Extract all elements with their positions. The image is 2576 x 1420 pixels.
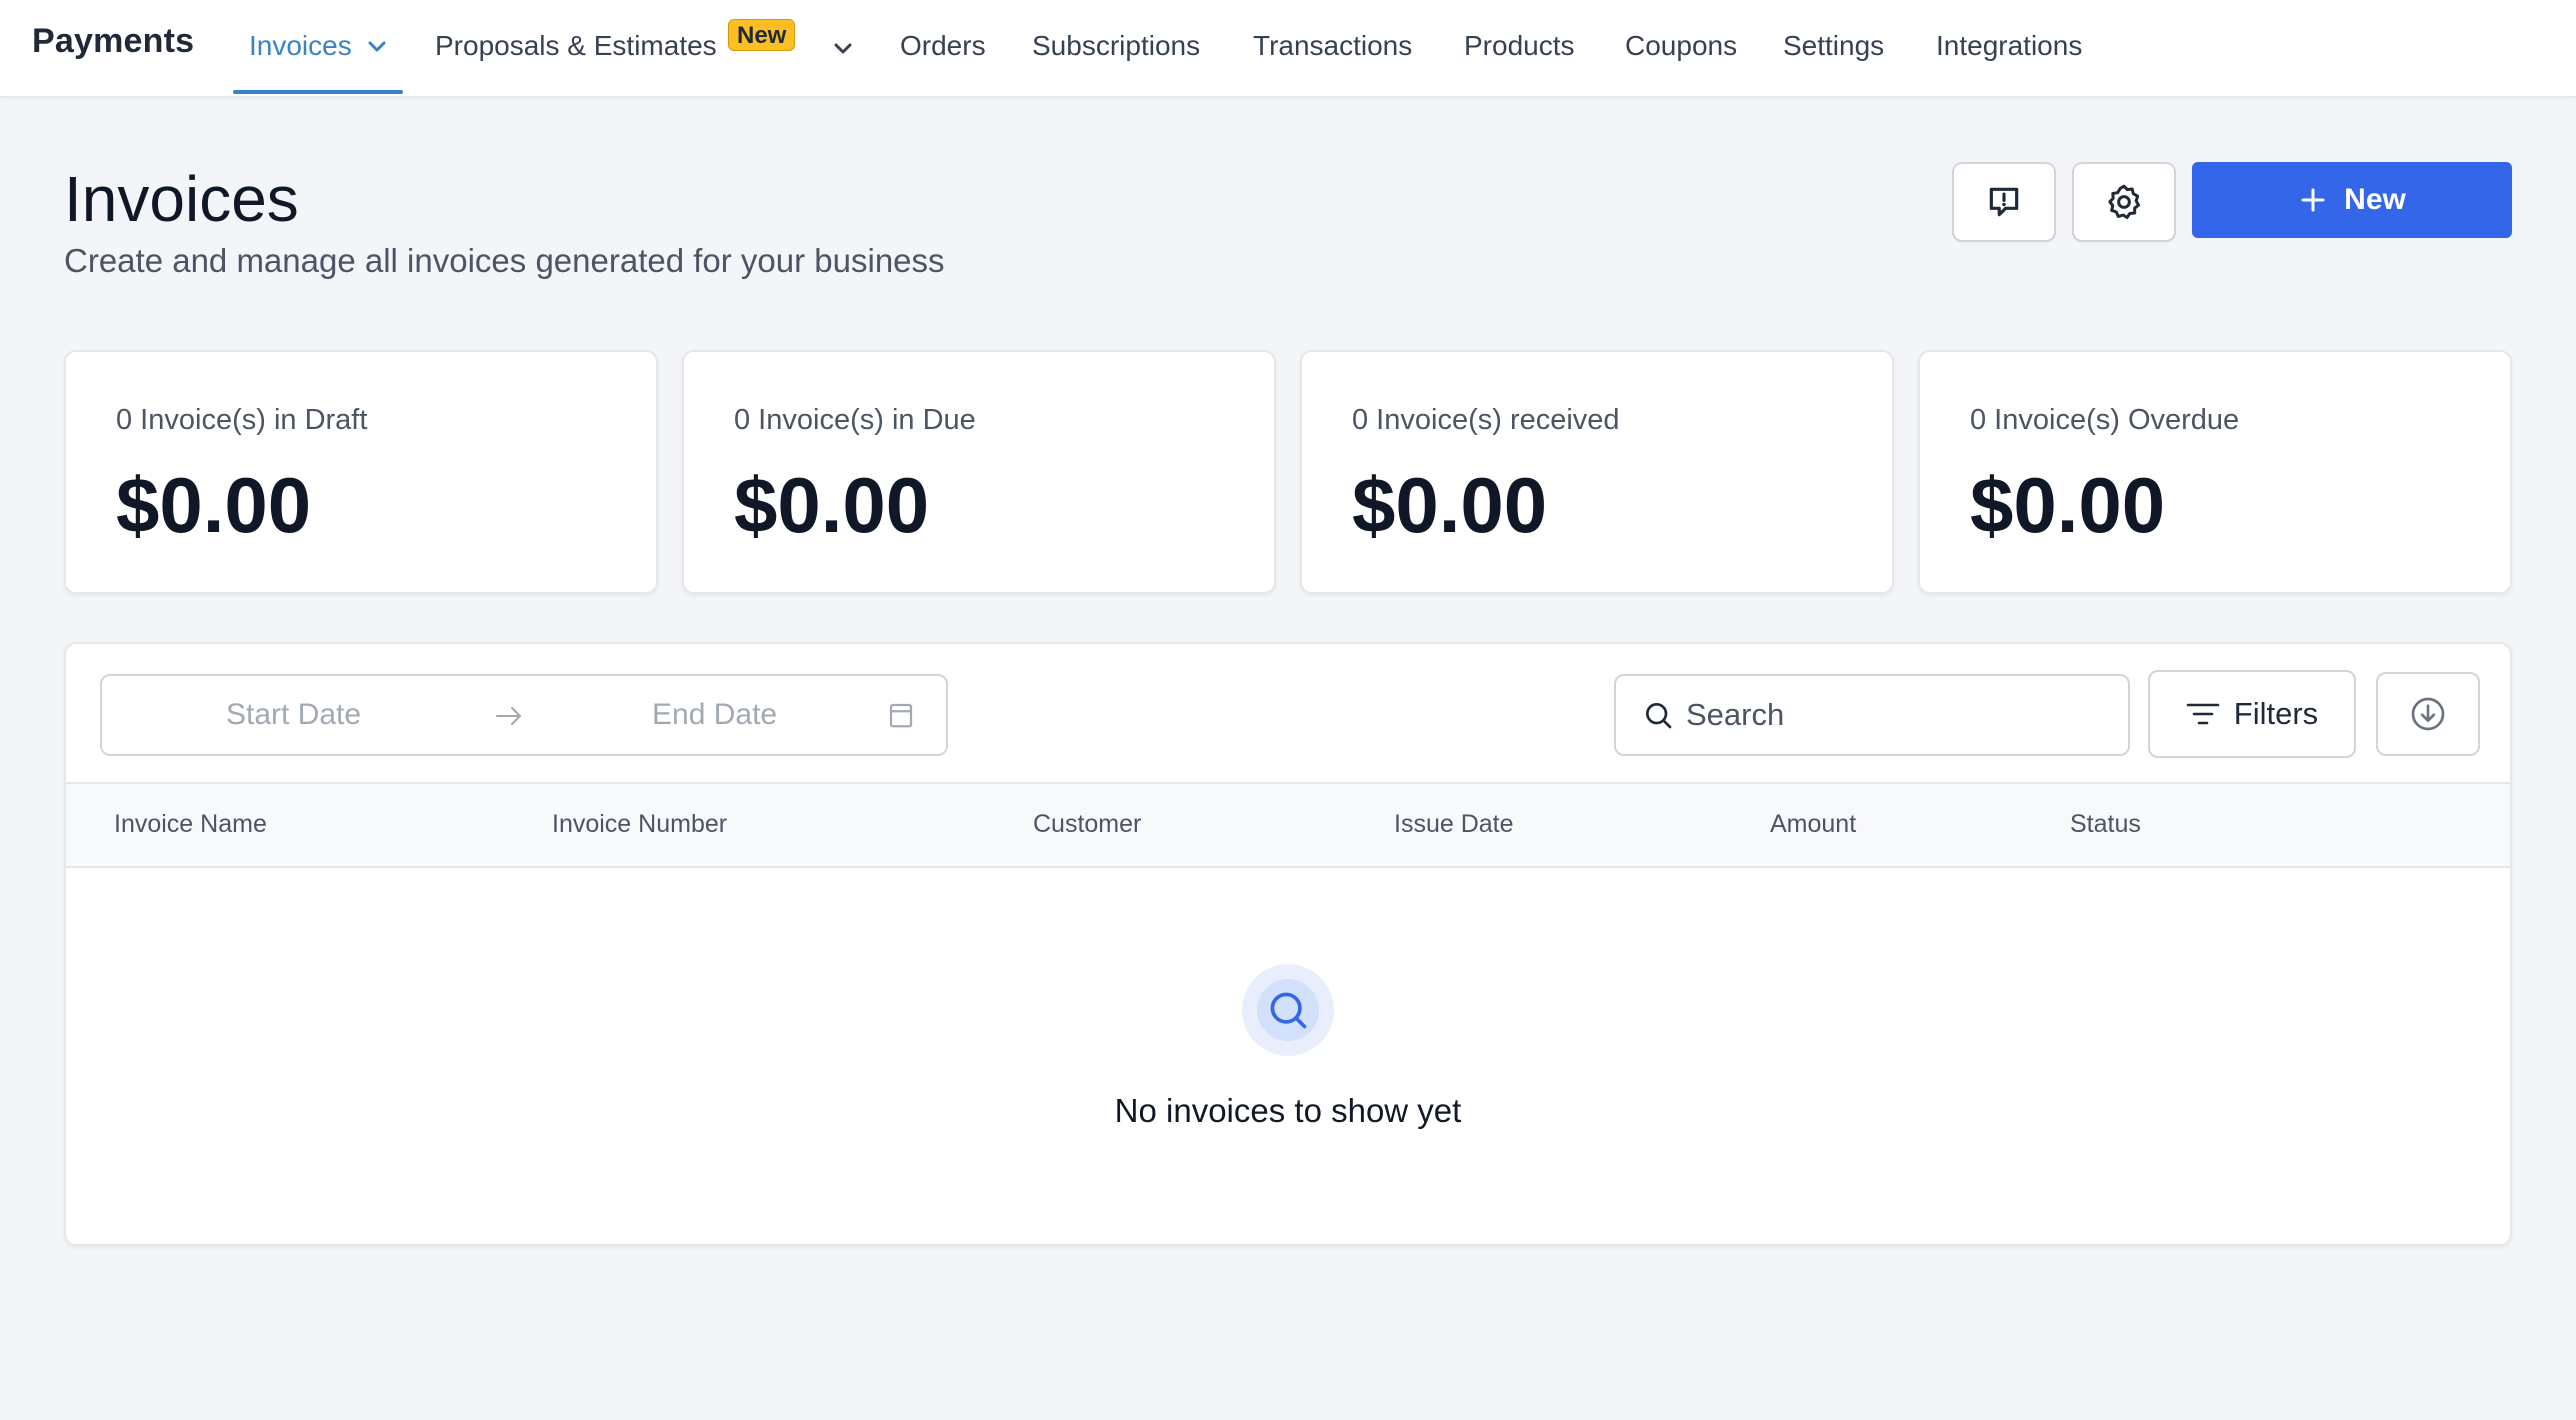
stat-label: 0 Invoice(s) Overdue [1970,404,2240,436]
stat-value: $0.00 [1352,461,1548,549]
download-button[interactable] [2376,672,2480,756]
top-nav: Payments Invoices Proposals & Estimates … [0,0,2576,98]
stat-label: 0 Invoice(s) in Draft [116,404,368,436]
chevron-down-icon[interactable] [367,40,387,54]
stat-label: 0 Invoice(s) in Due [734,404,976,436]
settings-button[interactable] [2072,162,2176,242]
empty-state-message: No invoices to show yet [1114,1092,1462,1129]
download-icon [2411,697,2445,731]
column-header-status[interactable]: Status [2070,810,2141,839]
active-tab-indicator [233,90,403,94]
search-field[interactable] [1614,674,2130,756]
feedback-icon [1989,187,2019,217]
column-header-issue-date[interactable]: Issue Date [1394,810,1514,839]
tab-products[interactable]: Products [1464,30,1575,62]
stat-value: $0.00 [734,461,930,549]
column-header-invoice-name[interactable]: Invoice Name [114,810,267,839]
app-brand: Payments [32,22,195,60]
filter-icon [2186,703,2220,725]
feedback-button[interactable] [1952,162,2056,242]
stat-value: $0.00 [1970,461,2166,549]
tab-proposals-estimates[interactable]: Proposals & Estimates [435,30,717,62]
column-header-customer[interactable]: Customer [1033,810,1141,839]
tab-integrations[interactable]: Integrations [1936,30,2082,62]
new-badge: New [728,19,796,51]
tab-coupons[interactable]: Coupons [1625,30,1737,62]
start-date-input[interactable]: Start Date [226,698,361,732]
empty-state-icon-wrapper [1242,964,1334,1056]
gear-icon [2108,184,2140,219]
filters-label: Filters [2233,696,2319,731]
arrow-right-icon [496,707,521,725]
new-invoice-button[interactable]: New [2192,162,2512,238]
page-title: Invoices [64,163,299,235]
stat-card-overdue: 0 Invoice(s) Overdue $0.00 [1918,350,2512,594]
page-subtitle: Create and manage all invoices generated… [64,242,945,279]
tab-orders[interactable]: Orders [900,30,986,62]
end-date-input[interactable]: End Date [652,698,777,732]
stat-card-draft: 0 Invoice(s) in Draft $0.00 [64,350,658,594]
chevron-down-icon[interactable] [833,42,853,56]
table-header: Invoice Name Invoice Number Customer Iss… [66,782,2510,868]
filters-button[interactable]: Filters [2148,670,2356,758]
stat-card-received: 0 Invoice(s) received $0.00 [1300,350,1894,594]
empty-state-icon-inner [1257,979,1319,1041]
plus-icon [2301,188,2325,212]
date-range-picker[interactable]: Start Date End Date [100,674,948,756]
column-header-amount[interactable]: Amount [1770,810,1856,839]
tab-subscriptions[interactable]: Subscriptions [1032,30,1200,62]
stat-label: 0 Invoice(s) received [1352,404,1620,436]
stat-card-due: 0 Invoice(s) in Due $0.00 [682,350,1276,594]
search-input[interactable] [1686,697,2106,733]
tab-invoices[interactable]: Invoices [249,30,352,62]
invoices-table-card: Start Date End Date Filters Invoice [64,642,2512,1246]
stat-value: $0.00 [116,461,312,549]
calendar-icon [889,703,913,728]
search-icon [1646,703,1672,729]
search-icon [1270,992,1307,1029]
tab-transactions[interactable]: Transactions [1253,30,1412,62]
new-button-label: New [2344,183,2406,216]
tab-settings[interactable]: Settings [1783,30,1884,62]
column-header-invoice-number[interactable]: Invoice Number [552,810,727,839]
